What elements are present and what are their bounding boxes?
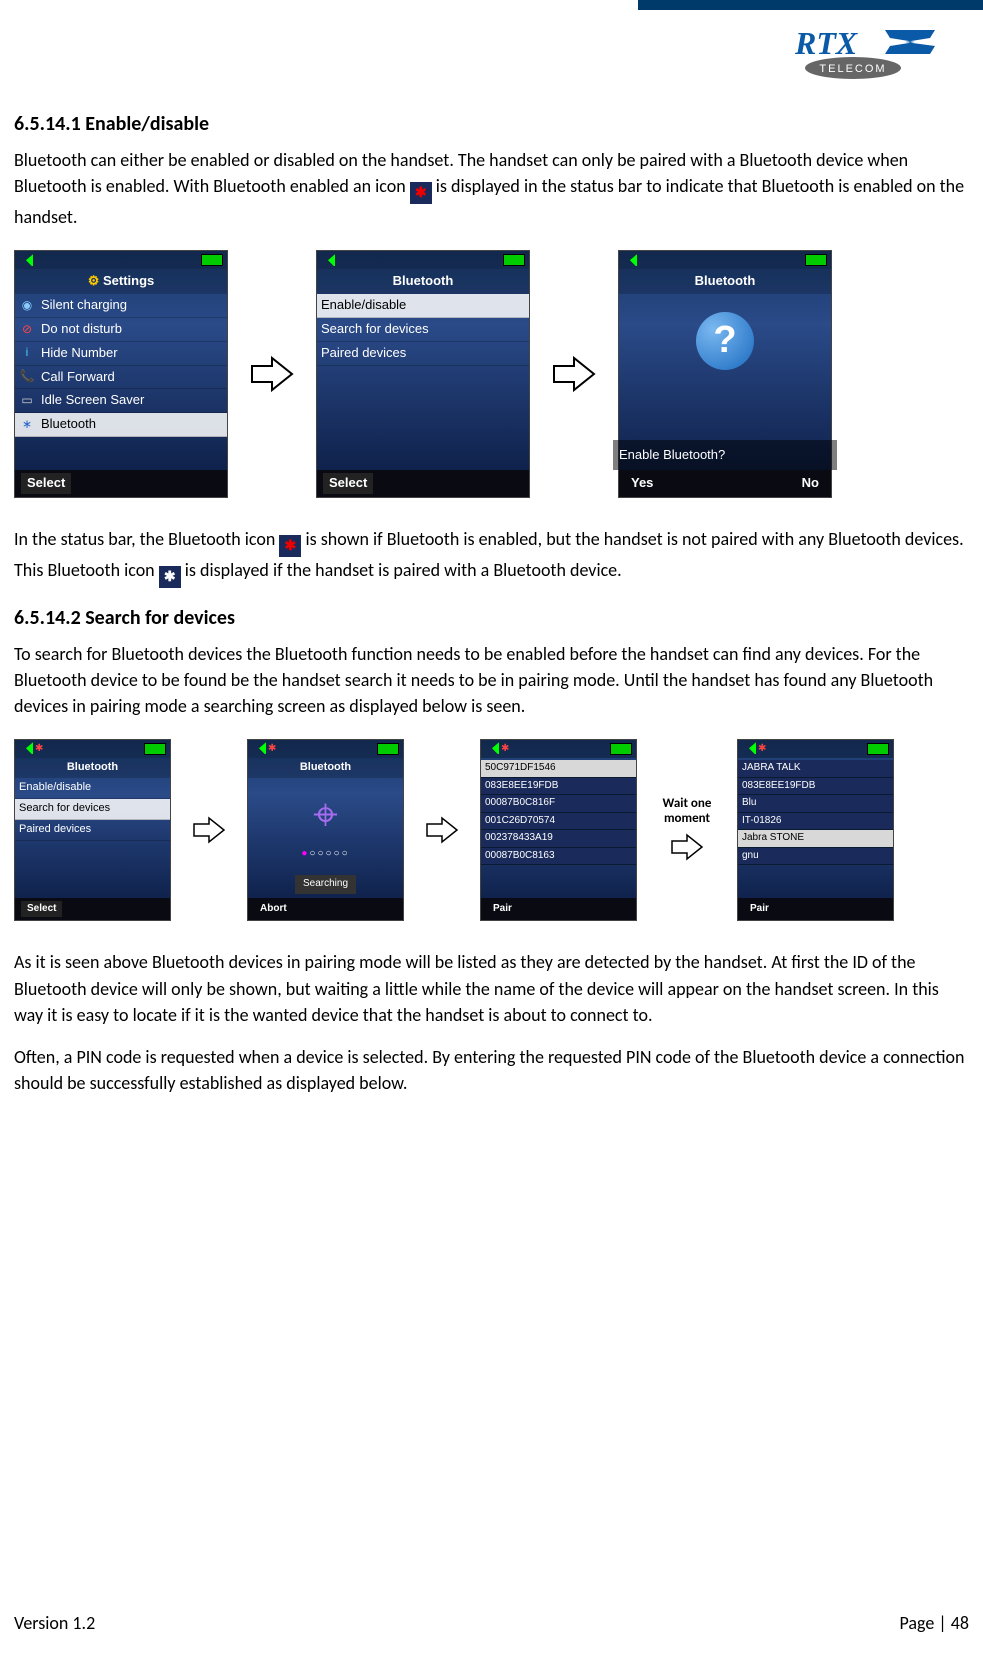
device-name-item[interactable]: gnu	[738, 848, 893, 866]
softkey-select[interactable]: Select	[21, 901, 62, 918]
phone-settings-screen: ⚙ Settings ◉Silent charging ⊘Do not dist…	[14, 250, 228, 498]
progress-dots: ●○○○○○	[301, 847, 349, 862]
status-bar	[619, 251, 831, 269]
screen-title: Bluetooth	[15, 758, 170, 778]
bluetooth-search-icon: ⌖	[313, 783, 338, 847]
device-id-item[interactable]: 001C26D70574	[481, 813, 636, 831]
section-heading-1: 6.5.14.1 Enable/disable	[14, 110, 969, 139]
wait-annotation: Wait one moment	[657, 796, 717, 827]
logo-text-main: RTX	[795, 25, 858, 61]
phone-searching-screen: ✱ Bluetooth ⌖ ●○○○○○ Searching Abort	[247, 739, 404, 921]
device-name-item[interactable]: Jabra STONE	[738, 830, 893, 848]
status-bar	[15, 251, 227, 269]
softkey-select[interactable]: Select	[323, 473, 373, 494]
screen-title: Bluetooth	[619, 269, 831, 294]
arrow-right-icon	[550, 350, 598, 398]
phone-device-ids-screen: ✱ 50C971DF1546 083E8EE19FDB 00087B0C816F…	[480, 739, 637, 921]
arrow-right-icon	[248, 350, 296, 398]
menu-item-search-devices[interactable]: Search for devices	[317, 318, 529, 342]
page-footer: Version 1.2 Page | 48	[14, 1610, 969, 1636]
arrow-right-icon	[191, 812, 227, 848]
bluetooth-paired-icon: ✱	[159, 566, 181, 588]
bluetooth-enabled-icon: ✱	[410, 182, 432, 204]
status-bar: ✱	[738, 740, 893, 758]
status-bar	[317, 251, 529, 269]
softkey-pair[interactable]: Pair	[487, 901, 518, 918]
header-accent-bar	[638, 0, 983, 10]
section1-paragraph1: Bluetooth can either be enabled or disab…	[14, 147, 969, 230]
device-id-item[interactable]: 00087B0C8163	[481, 848, 636, 866]
figure-row-2: ✱ Bluetooth Enable/disable Search for de…	[14, 739, 969, 921]
logo-text-sub: TELECOM	[819, 63, 886, 75]
menu-item-silent-charging[interactable]: ◉Silent charging	[15, 294, 227, 318]
status-bar: ✱	[248, 740, 403, 758]
screen-title: ⚙ Settings	[15, 269, 227, 294]
footer-page: Page | 48	[900, 1610, 970, 1636]
softkey-no[interactable]: No	[796, 473, 825, 494]
softkey-yes[interactable]: Yes	[625, 473, 659, 494]
screen-title: Bluetooth	[248, 758, 403, 778]
menu-item-dnd[interactable]: ⊘Do not disturb	[15, 318, 227, 342]
phone-dialog-screen: Bluetooth ? Enable Bluetooth? YesNo	[618, 250, 832, 498]
softkey-select[interactable]: Select	[21, 473, 71, 494]
section2-paragraph2: As it is seen above Bluetooth devices in…	[14, 949, 969, 1027]
menu-item-bluetooth[interactable]: ∗Bluetooth	[15, 413, 227, 437]
menu-item-enable-disable[interactable]: Enable/disable	[15, 778, 170, 799]
menu-item-call-forward[interactable]: 📞Call Forward	[15, 366, 227, 390]
dialog-prompt: Enable Bluetooth?	[613, 440, 837, 471]
searching-label: Searching	[295, 875, 356, 894]
section2-paragraph1: To search for Bluetooth devices the Blue…	[14, 641, 969, 719]
screen-title: Bluetooth	[317, 269, 529, 294]
device-id-item[interactable]: 00087B0C816F	[481, 795, 636, 813]
device-name-item[interactable]: Blu	[738, 795, 893, 813]
softkey-pair[interactable]: Pair	[744, 901, 775, 918]
footer-version: Version 1.2	[14, 1610, 95, 1636]
device-name-item[interactable]: 083E8EE19FDB	[738, 778, 893, 796]
menu-item-search-devices[interactable]: Search for devices	[15, 799, 170, 820]
menu-item-hide-number[interactable]: iHide Number	[15, 342, 227, 366]
section1-paragraph2: In the status bar, the Bluetooth icon ✱ …	[14, 526, 969, 588]
question-icon: ?	[696, 312, 754, 370]
device-id-item[interactable]: 083E8EE19FDB	[481, 778, 636, 796]
section2-paragraph3: Often, a PIN code is requested when a de…	[14, 1044, 969, 1096]
phone-device-names-screen: ✱ JABRA TALK 083E8EE19FDB Blu IT-01826 J…	[737, 739, 894, 921]
section-heading-2: 6.5.14.2 Search for devices	[14, 604, 969, 633]
menu-item-paired-devices[interactable]: Paired devices	[15, 820, 170, 841]
menu-item-enable-disable[interactable]: Enable/disable	[317, 294, 529, 318]
menu-item-paired-devices[interactable]: Paired devices	[317, 342, 529, 366]
softkey-abort[interactable]: Abort	[254, 901, 293, 918]
arrow-right-icon	[669, 829, 705, 865]
phone-bt-menu-search-screen: ✱ Bluetooth Enable/disable Search for de…	[14, 739, 171, 921]
device-id-item[interactable]: 50C971DF1546	[481, 760, 636, 778]
bluetooth-not-paired-icon: ✱	[279, 535, 301, 557]
device-name-item[interactable]: IT-01826	[738, 813, 893, 831]
figure-row-1: ⚙ Settings ◉Silent charging ⊘Do not dist…	[14, 250, 969, 498]
status-bar: ✱	[15, 740, 170, 758]
status-bar: ✱	[481, 740, 636, 758]
arrow-right-icon	[424, 812, 460, 848]
company-logo: RTX TELECOM	[795, 24, 945, 87]
phone-bluetooth-menu-screen: Bluetooth Enable/disable Search for devi…	[316, 250, 530, 498]
device-id-item[interactable]: 002378433A19	[481, 830, 636, 848]
menu-item-screensaver[interactable]: ▭Idle Screen Saver	[15, 389, 227, 413]
device-name-item[interactable]: JABRA TALK	[738, 760, 893, 778]
